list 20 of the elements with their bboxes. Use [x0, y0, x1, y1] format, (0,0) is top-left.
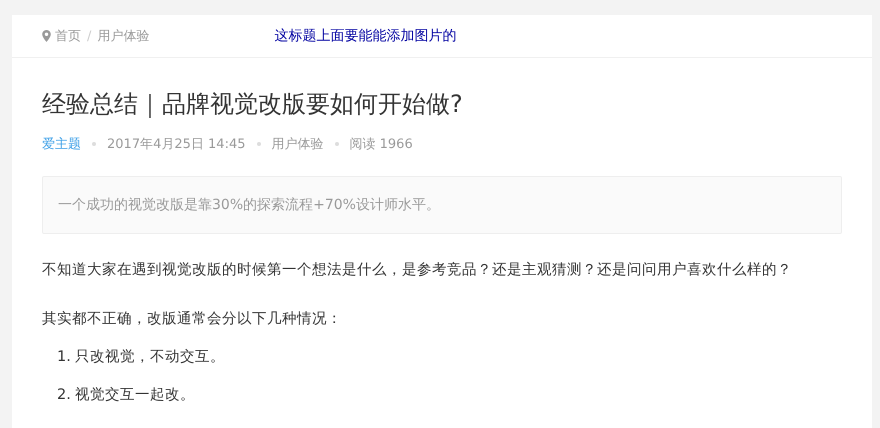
- breadcrumb-link[interactable]: 首页: [55, 27, 81, 45]
- breadcrumb-link[interactable]: 用户体验: [97, 27, 150, 45]
- category-link[interactable]: 用户体验: [272, 135, 324, 153]
- paragraph: 不知道大家在遇到视觉改版的时候第一个想法是什么，是参考竞品？还是主观猜测？还是问问用户喜欢什么样的？: [42, 260, 793, 280]
- quote-text: 一个成功的视觉改版是靠30%的探索流程+70%设计师水平。: [58, 196, 440, 214]
- dot-icon: [334, 142, 338, 146]
- breadcrumb-separator: /: [87, 28, 92, 44]
- post-date: 2017年4月25日 14:45: [107, 136, 246, 153]
- dot-icon: [256, 142, 260, 146]
- author-link[interactable]: 爱主题: [42, 135, 81, 153]
- list-number: 1.: [57, 348, 71, 367]
- annotation-text: 这标题上面要能能添加图片的: [274, 27, 456, 45]
- list-number: 2.: [57, 386, 71, 405]
- list-item-text: 视觉交互一起改。: [74, 386, 195, 405]
- article-title: 经验总结｜品牌视觉改版要如何开始做?: [42, 89, 464, 120]
- view-count: 阅读 1966: [350, 136, 413, 153]
- paragraph: 其实都不正确，改版通常会分以下几种情况：: [42, 310, 343, 329]
- location-pin-icon: [42, 30, 51, 42]
- list-item-text: 只改视觉，不动交互。: [74, 348, 225, 367]
- dot-icon: [92, 142, 96, 146]
